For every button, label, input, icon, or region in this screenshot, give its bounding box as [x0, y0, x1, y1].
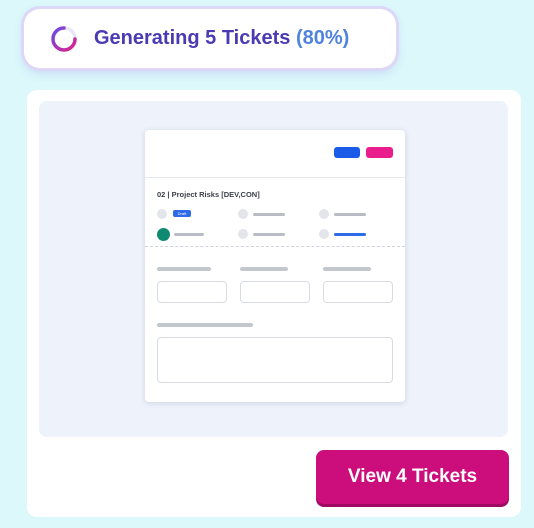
status-prefix: Generating 5 Tickets	[94, 27, 291, 49]
meta-placeholder	[253, 233, 285, 236]
pink-tag	[366, 147, 393, 158]
description-label	[157, 323, 253, 327]
field-input	[157, 281, 227, 303]
meta-placeholder	[334, 213, 366, 216]
blue-tag	[334, 147, 360, 158]
field-label	[240, 267, 288, 271]
dashed-divider	[145, 246, 405, 247]
status-percent: (80%)	[295, 27, 350, 49]
meta-icon	[157, 209, 167, 219]
avatar	[157, 228, 170, 241]
generation-status-text: Generating 5 Tickets (80%)	[94, 9, 349, 68]
ticket-preview-area: 02 | Project Risks [DEV,CON] Draft	[39, 101, 508, 437]
tickets-card: 02 | Project Risks [DEV,CON] Draft View …	[27, 90, 521, 517]
field-label	[323, 267, 371, 271]
link-icon	[319, 229, 329, 239]
meta-placeholder	[253, 213, 285, 216]
view-tickets-button[interactable]: View 4 Tickets	[316, 450, 509, 504]
user-icon	[238, 229, 248, 239]
field-input	[240, 281, 310, 303]
field-input	[323, 281, 393, 303]
status-badge: Draft	[173, 210, 191, 217]
meta-placeholder	[174, 233, 204, 236]
ticket-card-header	[145, 130, 405, 178]
calendar-icon	[238, 209, 248, 219]
ticket-title: 02 | Project Risks [DEV,CON]	[157, 190, 260, 199]
generation-status-pill: Generating 5 Tickets (80%)	[24, 9, 396, 68]
field-label	[157, 267, 211, 271]
ticket-preview-card: 02 | Project Risks [DEV,CON] Draft	[145, 130, 405, 402]
meta-placeholder-link	[334, 233, 366, 236]
description-textarea	[157, 337, 393, 383]
clock-icon	[319, 209, 329, 219]
loading-spinner-icon	[51, 26, 77, 52]
